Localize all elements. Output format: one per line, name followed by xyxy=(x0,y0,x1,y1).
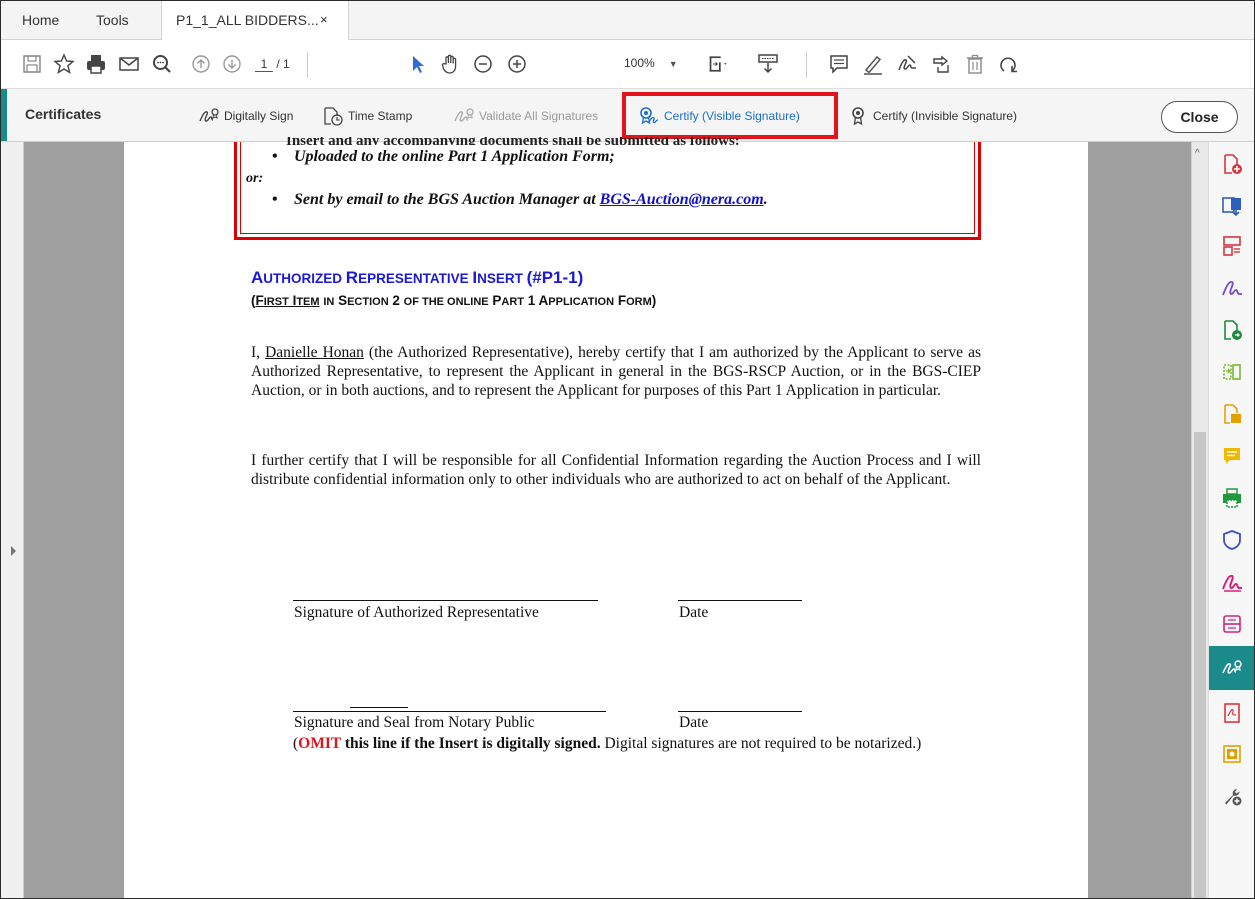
zoom-in-icon[interactable] xyxy=(505,52,529,76)
tab-document-label: P1_1_ALL BIDDERS... xyxy=(176,12,319,28)
signature-line-notary xyxy=(293,711,606,712)
tab-document[interactable]: P1_1_ALL BIDDERS... × xyxy=(161,1,349,40)
comment-tool-icon[interactable] xyxy=(1209,436,1254,476)
signature-label-notary: Signature and Seal from Notary Public xyxy=(294,714,535,731)
tools-pane xyxy=(1208,142,1254,898)
highlight-box xyxy=(622,92,838,139)
delete-icon[interactable] xyxy=(963,52,987,76)
time-stamp-label: Time Stamp xyxy=(348,109,413,123)
date-label-2: Date xyxy=(679,714,709,731)
certify-ribbon-icon xyxy=(852,107,864,126)
rotate-icon[interactable] xyxy=(996,52,1020,76)
zoom-dropdown[interactable]: 100% ▼ xyxy=(624,56,678,70)
zoom-value: 100% xyxy=(624,56,655,70)
share-export-icon[interactable] xyxy=(929,52,953,76)
save-icon[interactable] xyxy=(20,52,44,76)
pdf-standards-icon[interactable] xyxy=(1209,693,1254,733)
hand-tool-icon[interactable] xyxy=(438,52,462,76)
certification-paragraph: I, Danielle Honan (the Authorized Repres… xyxy=(251,344,981,399)
date-line-2 xyxy=(678,711,802,712)
certificates-tool-icon[interactable] xyxy=(1209,646,1254,690)
protect-shield-icon[interactable] xyxy=(1209,520,1254,560)
tab-bar: Home Tools P1_1_ALL BIDDERS... × xyxy=(1,1,1254,40)
combine-files-icon[interactable] xyxy=(1209,394,1254,434)
print-icon[interactable] xyxy=(84,52,108,76)
validate-signature-icon xyxy=(454,108,474,122)
validate-all-signatures-button[interactable]: Validate All Signatures xyxy=(453,106,598,126)
signature-pen-icon xyxy=(199,108,219,122)
scrollbar-thumb[interactable] xyxy=(1194,432,1206,898)
zoom-search-icon[interactable] xyxy=(150,52,174,76)
scroll-up-icon[interactable]: ^ xyxy=(1195,148,1200,159)
highlight-pen-icon[interactable] xyxy=(861,52,885,76)
previous-page-icon[interactable] xyxy=(189,52,213,76)
close-tab-icon[interactable]: × xyxy=(320,1,328,39)
bullet-email-prefix: Sent by email to the BGS Auction Manager… xyxy=(294,191,600,208)
next-page-icon[interactable] xyxy=(220,52,244,76)
tab-home[interactable]: Home xyxy=(22,1,59,39)
export-pdf-icon[interactable] xyxy=(1209,186,1254,226)
page-indicator: 1 / 1 xyxy=(255,57,290,72)
compare-icon[interactable] xyxy=(1209,352,1254,392)
time-stamp-button[interactable]: Time Stamp xyxy=(322,106,412,126)
representative-name: Danielle Honan xyxy=(265,344,364,361)
email-link[interactable]: BGS-Auction@nera.com xyxy=(600,191,764,208)
send-for-signature-icon[interactable] xyxy=(1209,562,1254,602)
email-icon[interactable] xyxy=(117,52,141,76)
certificates-title: Certificates xyxy=(25,106,102,122)
certify-invisible-label: Certify (Invisible Signature) xyxy=(873,109,1018,123)
omit-word: OMIT xyxy=(298,735,341,752)
organize-pages-icon[interactable] xyxy=(1209,226,1254,266)
page-fit-icon[interactable] xyxy=(707,52,731,76)
left-panel-toggle[interactable] xyxy=(1,142,24,898)
insert-subheading: (FIRST ITEM IN SECTION 2 OF THE ONLINE P… xyxy=(251,293,657,308)
bullet-upload-text: Uploaded to the online Part 1 Applicatio… xyxy=(294,148,615,165)
edit-pdf-icon[interactable] xyxy=(1209,310,1254,350)
tool-accent-strip xyxy=(1,89,7,141)
print-production-icon[interactable] xyxy=(1209,478,1254,518)
digitally-sign-label: Digitally Sign xyxy=(224,109,294,123)
fill-sign-icon[interactable] xyxy=(1209,268,1254,308)
omit-note: (OMIT this line if the Insert is digital… xyxy=(293,735,922,752)
bullet-email: • Sent by email to the BGS Auction Manage… xyxy=(272,191,768,208)
page-number-input[interactable]: 1 xyxy=(255,57,273,72)
zoom-out-icon[interactable] xyxy=(471,52,495,76)
pdf-page xyxy=(124,142,1088,898)
page-total: / 1 xyxy=(276,57,290,71)
digitally-sign-button[interactable]: Digitally Sign xyxy=(198,106,293,126)
bookmark-star-icon[interactable] xyxy=(52,52,76,76)
validate-all-label: Validate All Signatures xyxy=(479,109,599,123)
scan-optimize-icon[interactable] xyxy=(1209,604,1254,644)
time-stamp-icon xyxy=(324,107,343,126)
signature-label-representative: Signature of Authorized Representative xyxy=(294,604,539,621)
signature-line-representative xyxy=(293,600,598,601)
date-line-1 xyxy=(678,600,802,601)
close-tool-button[interactable]: Close xyxy=(1161,101,1238,133)
sign-icon[interactable] xyxy=(895,52,919,76)
chevron-down-icon: ▼ xyxy=(668,59,678,69)
insert-heading: AUTHORIZED REPRESENTATIVE INSERT (#P1-1) xyxy=(251,268,584,287)
certify-invisible-signature-button[interactable]: Certify (Invisible Signature) xyxy=(847,106,1017,126)
date-label-1: Date xyxy=(679,604,709,621)
create-pdf-icon[interactable] xyxy=(1209,144,1254,184)
expand-panel-icon xyxy=(11,546,16,556)
notary-line-fragment xyxy=(350,707,408,708)
or-label: or: xyxy=(246,171,264,186)
more-tools-icon[interactable] xyxy=(1209,776,1254,816)
bullet-upload: • Uploaded to the online Part 1 Applicati… xyxy=(272,148,615,165)
tab-tools[interactable]: Tools xyxy=(96,1,129,39)
select-cursor-icon[interactable] xyxy=(406,52,430,76)
app-window: Home Tools P1_1_ALL BIDDERS... × 1 / 1 1… xyxy=(0,0,1255,899)
action-wizard-icon[interactable] xyxy=(1209,734,1254,774)
main-toolbar: 1 / 1 100% ▼ xyxy=(1,40,1254,89)
bullet-email-suffix: . xyxy=(763,191,768,208)
scrolling-mode-icon[interactable] xyxy=(756,52,780,76)
comment-icon[interactable] xyxy=(827,52,851,76)
vertical-scrollbar[interactable]: ^ xyxy=(1191,142,1208,898)
confidentiality-paragraph: I further certify that I will be respons… xyxy=(251,452,981,488)
